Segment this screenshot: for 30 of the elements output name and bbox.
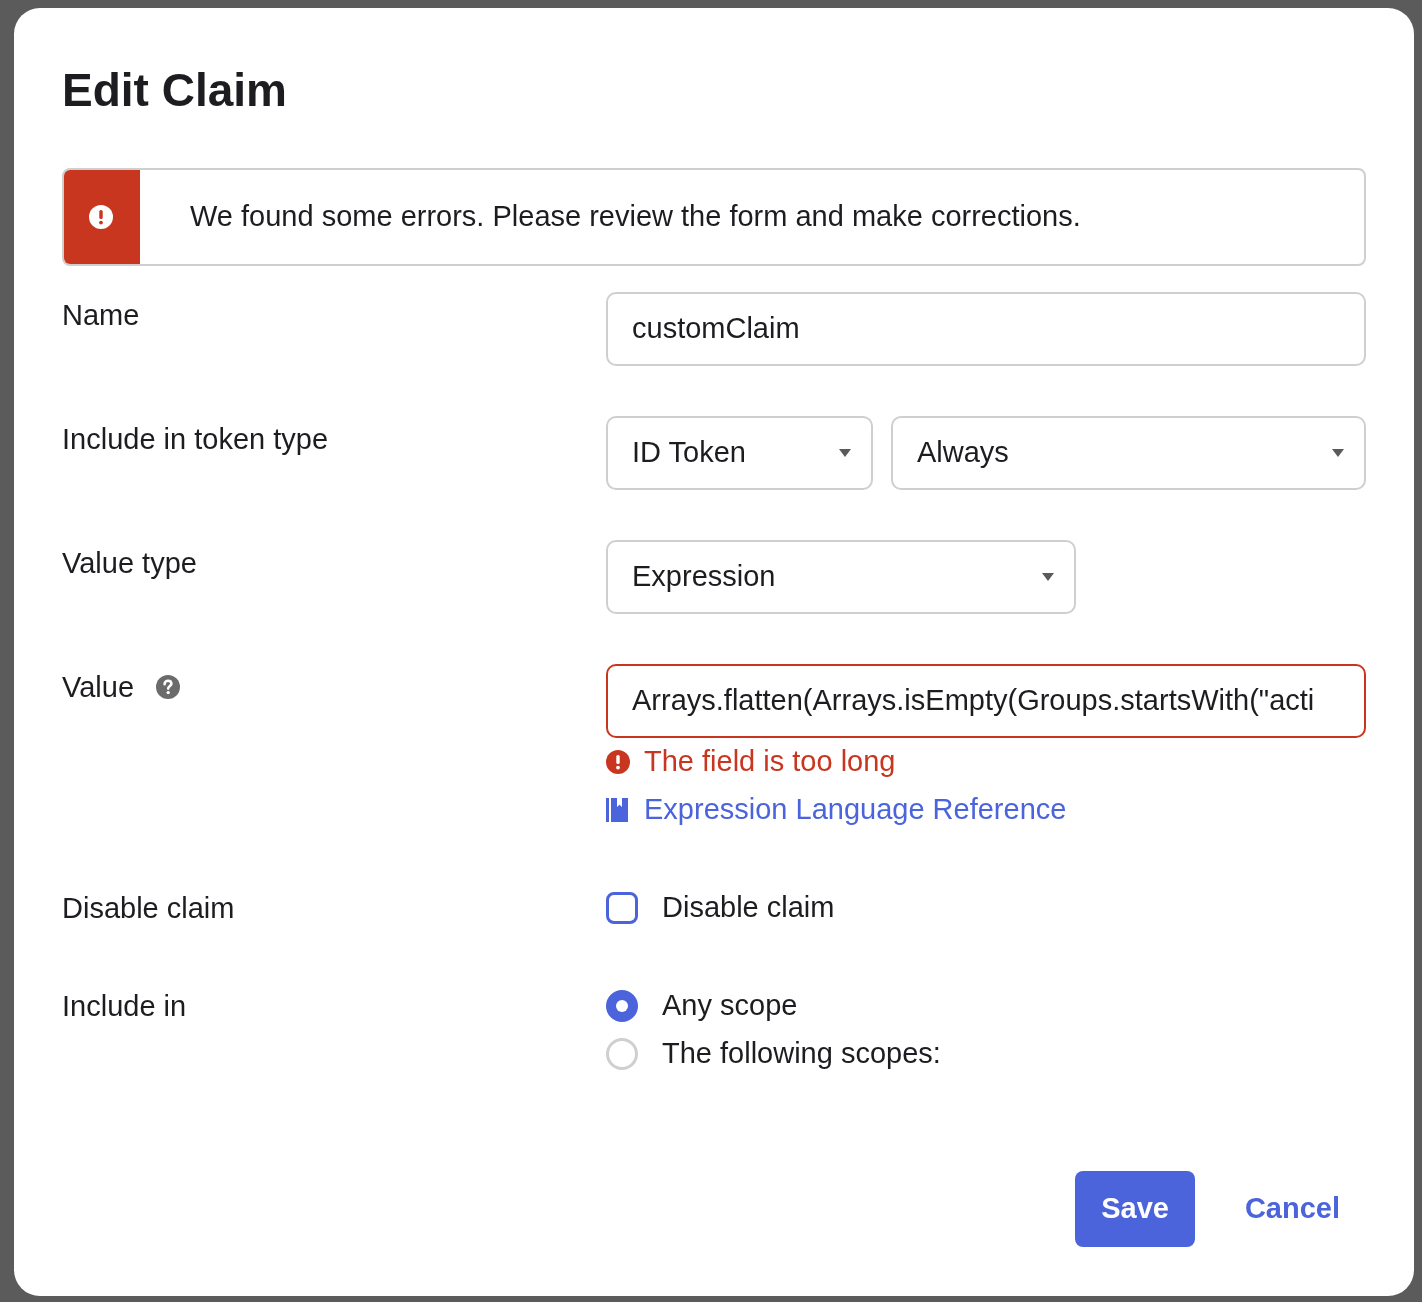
reference-link[interactable]: Expression Language Reference bbox=[644, 788, 1067, 832]
alert-message: We found some errors. Please review the form and make corrections. bbox=[190, 199, 1081, 235]
field-label: Disable claim bbox=[62, 891, 235, 926]
dropdown-select[interactable]: Expression bbox=[606, 540, 1076, 614]
field-label: Name bbox=[62, 298, 140, 333]
field-label: Include in token type bbox=[62, 422, 328, 457]
dropdown-select[interactable]: ID Token bbox=[606, 416, 873, 490]
error-icon bbox=[606, 750, 630, 774]
dropdown-select[interactable]: Always bbox=[891, 416, 1366, 490]
error-message: The field is too long bbox=[644, 744, 896, 780]
caret-icon bbox=[1332, 449, 1344, 457]
field-label: Include in bbox=[62, 989, 187, 1024]
radio-label: Any scope bbox=[662, 988, 798, 1024]
help-icon[interactable] bbox=[156, 675, 181, 699]
caret-icon bbox=[839, 449, 851, 457]
checkbox-label: Disable claim bbox=[662, 890, 835, 926]
error-icon bbox=[89, 205, 113, 229]
checkbox[interactable] bbox=[606, 892, 638, 924]
dialog-title: Edit Claim bbox=[62, 67, 287, 113]
caret-icon bbox=[1042, 573, 1054, 581]
save-button[interactable]: Save bbox=[1075, 1171, 1195, 1247]
field-label: Value type bbox=[62, 546, 197, 581]
input-field[interactable]: Arrays.flatten(Arrays.isEmpty(Groups.startsWith("acti bbox=[606, 664, 1366, 738]
radio-button[interactable] bbox=[606, 1038, 638, 1070]
radio-button[interactable] bbox=[606, 990, 638, 1022]
book-icon bbox=[606, 797, 628, 823]
radio-label: The following scopes: bbox=[662, 1036, 941, 1072]
cancel-button[interactable]: Cancel bbox=[1218, 1171, 1366, 1247]
field-label: Value bbox=[62, 670, 135, 705]
input-field[interactable]: customClaim bbox=[606, 292, 1366, 366]
